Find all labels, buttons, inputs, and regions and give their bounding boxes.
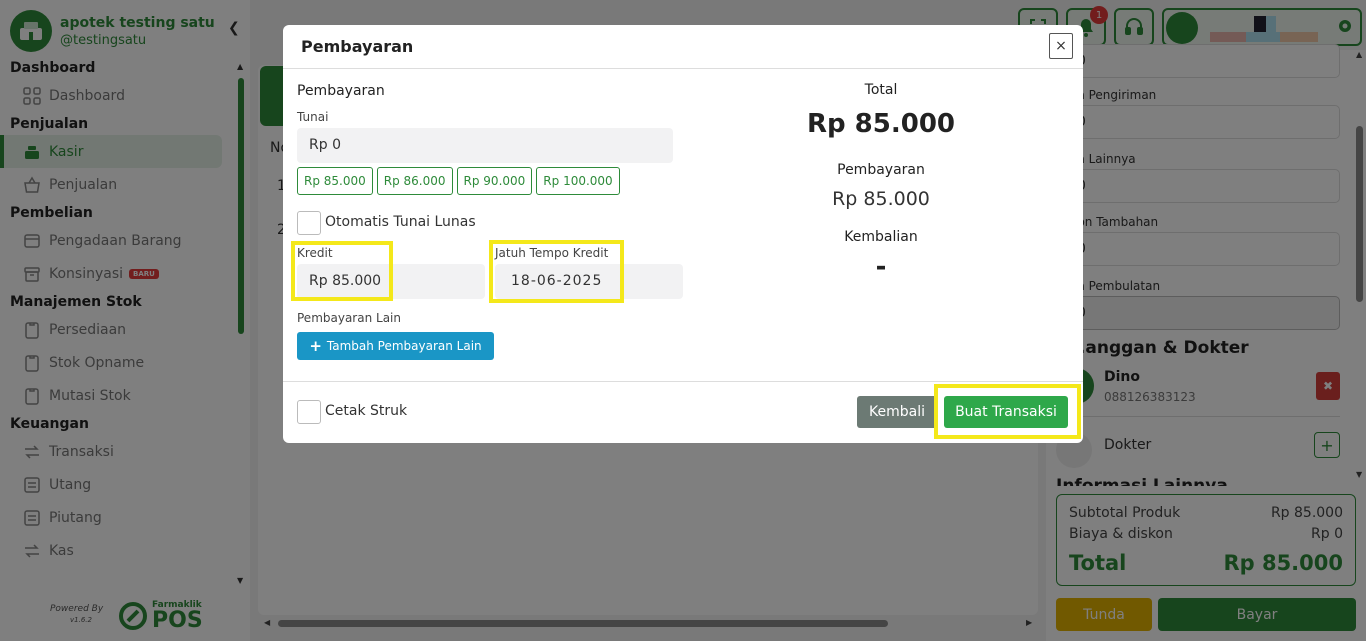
tunai-label: Tunai [297,110,329,124]
kembalian-label: Kembalian [844,229,918,245]
pembayaran-summary-label: Pembayaran [837,162,925,178]
highlight-kredit [291,241,393,301]
otomatis-tunai-lunas-checkbox[interactable] [297,211,321,235]
kembalian-value: - [875,252,887,282]
close-icon: × [1055,38,1067,54]
highlight-jatuh-tempo [489,240,624,303]
tunai-input[interactable]: Rp 0 [297,128,673,163]
tambah-label: Tambah Pembayaran Lain [326,339,482,353]
quick-amount-button[interactable]: Rp 90.000 [456,167,533,195]
cetak-struk-checkbox[interactable] [297,400,321,424]
cetak-struk-label: Cetak Struk [325,403,408,419]
highlight-buat-transaksi [934,384,1081,439]
quick-amount-button[interactable]: Rp 100.000 [536,167,620,195]
quick-amount-button[interactable]: Rp 86.000 [376,167,453,195]
close-button[interactable]: × [1049,33,1073,59]
modal-header: Pembayaran × [283,25,1083,69]
quick-amount-button[interactable]: Rp 85.000 [297,167,373,195]
payment-modal: Pembayaran × Pembayaran Tunai Rp 0 Rp 85… [283,25,1083,443]
pembayaran-summary-value: Rp 85.000 [832,188,930,210]
total-label: Total [864,82,898,98]
kembali-button[interactable]: Kembali [857,396,937,428]
tunai-value: Rp 0 [309,137,341,153]
tambah-pembayaran-lain-button[interactable]: + Tambah Pembayaran Lain [297,332,494,360]
pembayaran-lain-label: Pembayaran Lain [297,311,401,325]
modal-title: Pembayaran [301,37,414,56]
otomatis-tunai-lunas-label: Otomatis Tunai Lunas [325,214,476,230]
payment-section-label: Pembayaran [297,83,385,99]
footer-divider [283,381,1083,382]
plus-icon: + [309,337,322,355]
total-value: Rp 85.000 [806,109,955,139]
quick-amounts: Rp 85.000 Rp 86.000 Rp 90.000 Rp 100.000 [297,167,624,195]
